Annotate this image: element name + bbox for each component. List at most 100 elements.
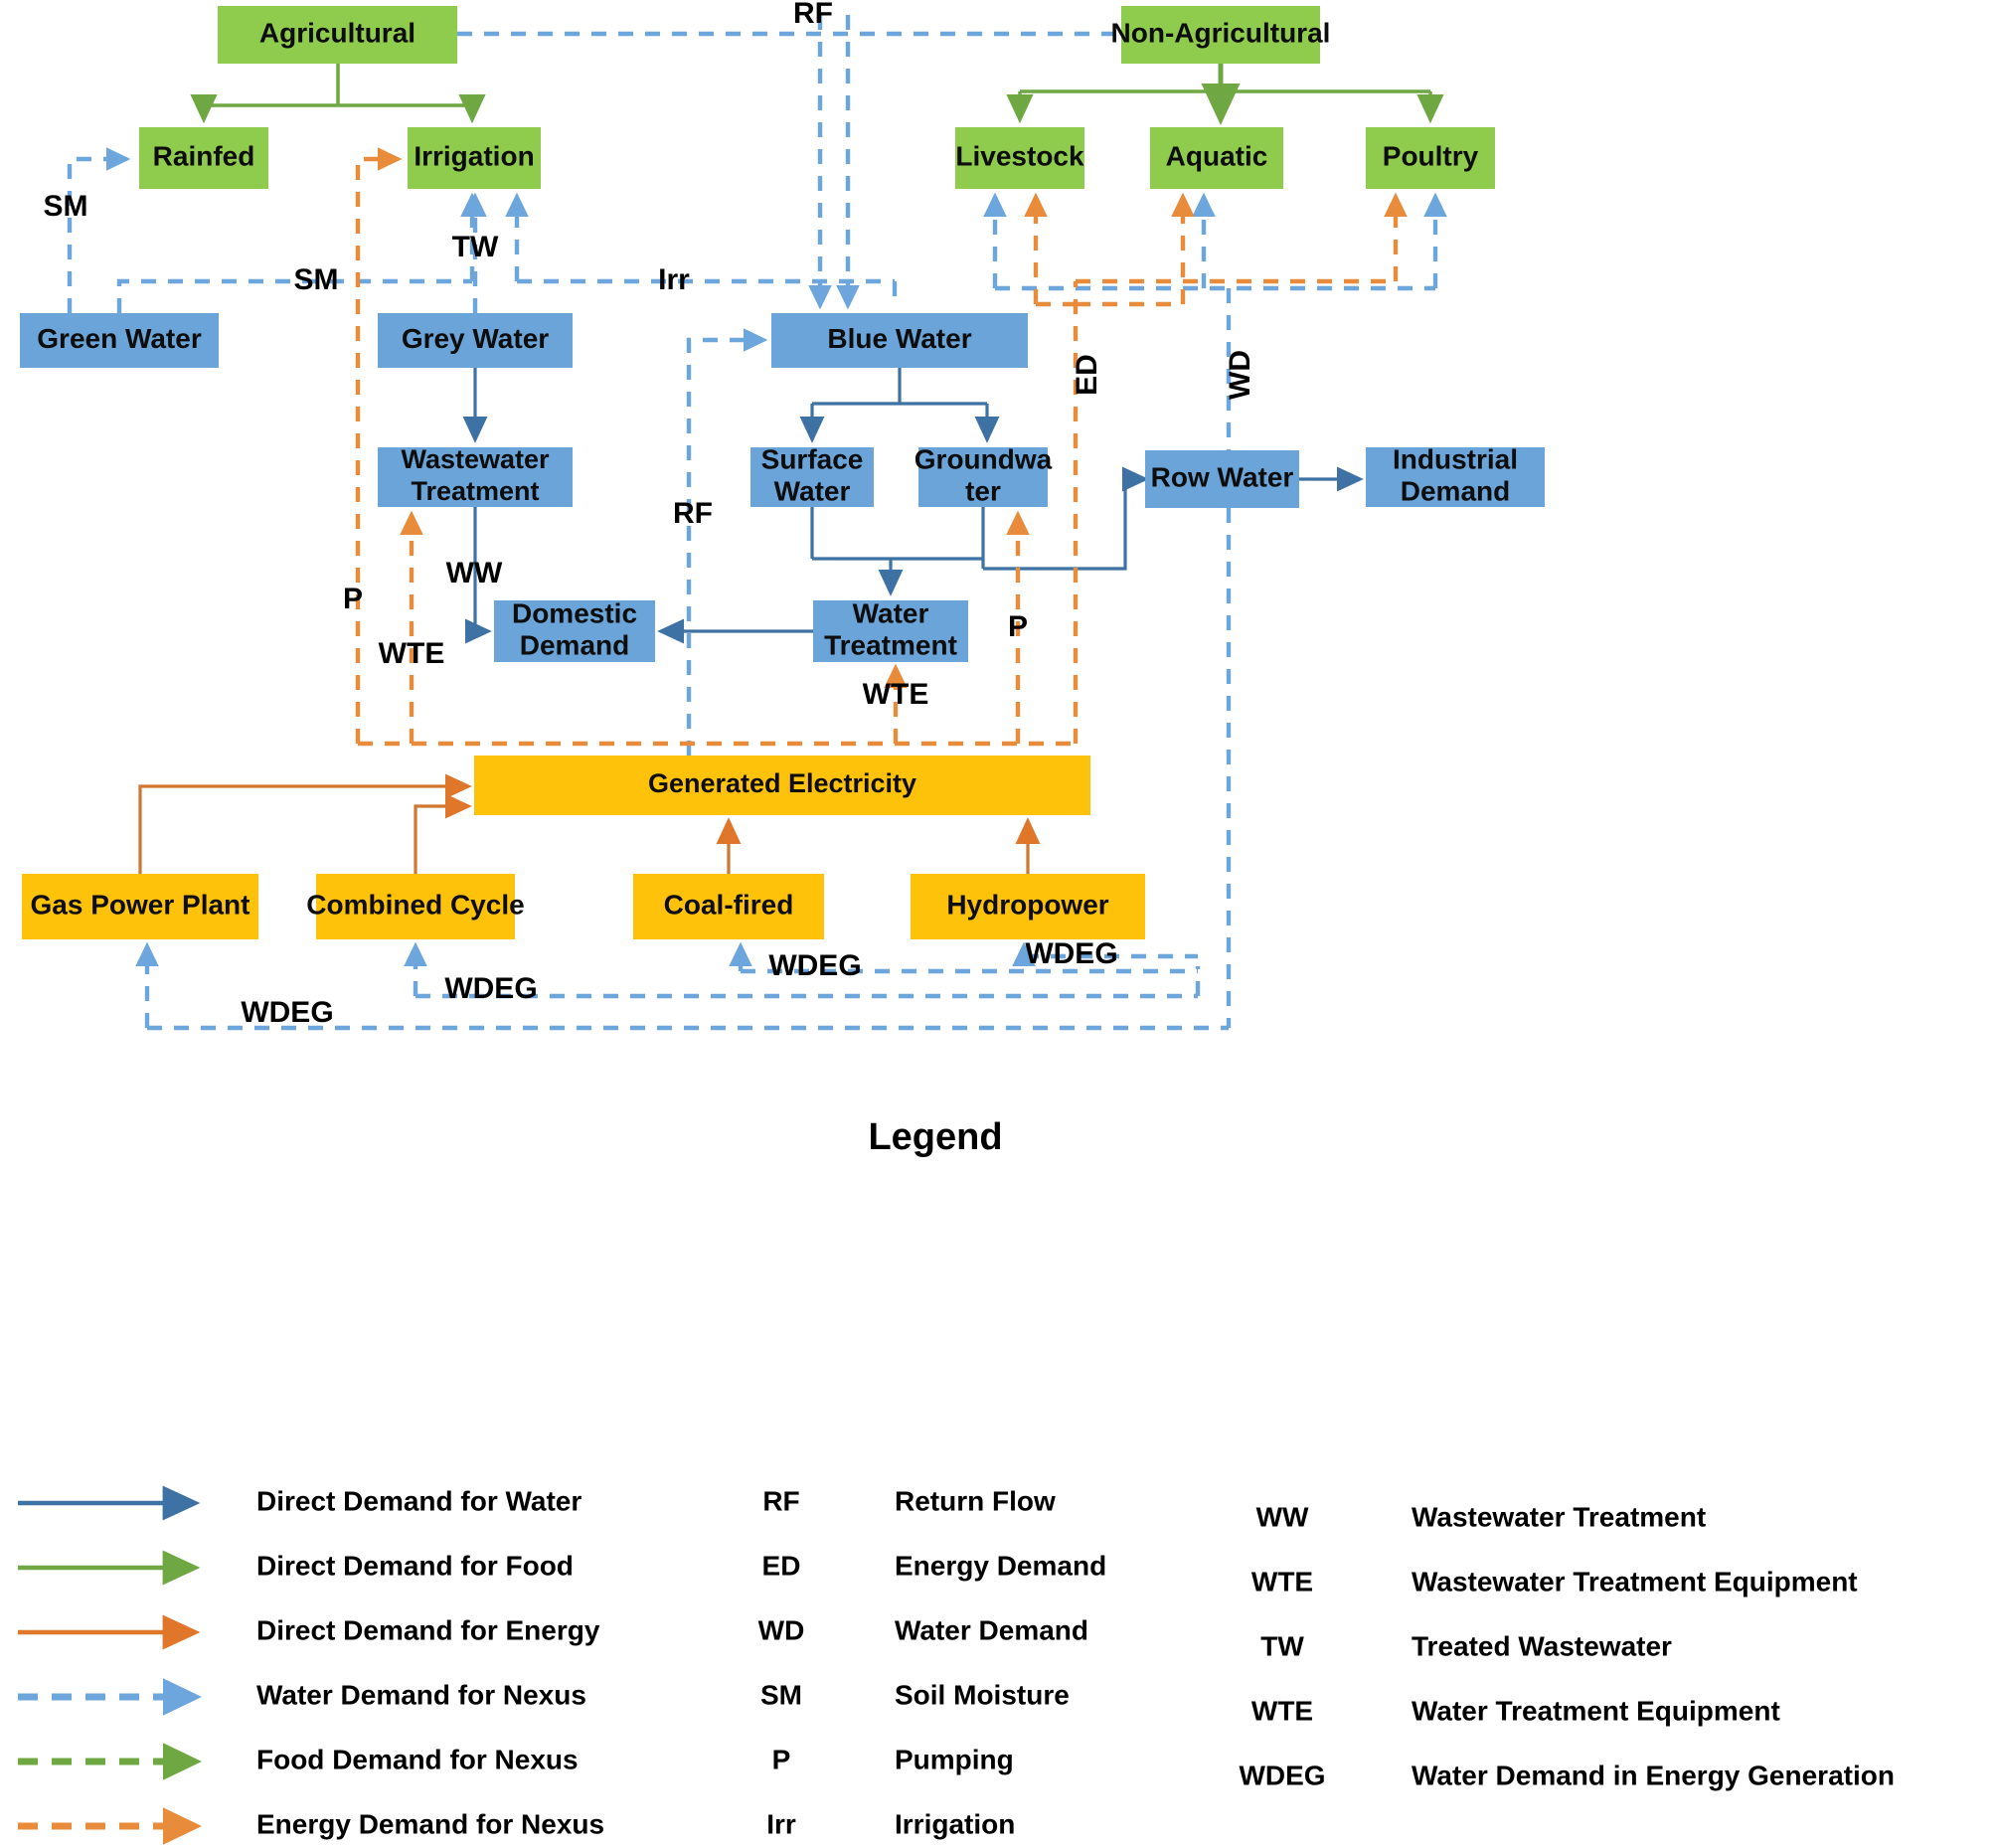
node-label: Agricultural (259, 17, 416, 48)
node-label: Grey Water (402, 323, 549, 354)
legend-abbr-wte-2: WTE (1251, 1695, 1313, 1726)
node-coal_fired[interactable]: Coal-fired (633, 874, 824, 939)
node-label: ter (965, 475, 1001, 506)
node-livestock[interactable]: Livestock (955, 127, 1084, 189)
node-label: Industrial (1393, 443, 1518, 474)
nexus-diagram-canvas: Agricultural Non-Agricultural Rainfed Irrig… (0, 0, 1995, 1848)
legend-meaning-wte-2: Water Treatment Equipment (1412, 1695, 1780, 1726)
legend-label-direct-food: Direct Demand for Food (256, 1550, 574, 1581)
node-label: Poultry (1383, 140, 1479, 171)
node-rainfed[interactable]: Rainfed (139, 127, 268, 189)
legend-meaning-ww-2: Wastewater Treatment (1412, 1501, 1706, 1532)
node-aquatic[interactable]: Aquatic (1150, 127, 1283, 189)
legend-meaning-wdeg-2: Water Demand in Energy Generation (1412, 1760, 1895, 1790)
node-label: Blue Water (827, 323, 971, 354)
legend-abbr-wte-2: WTE (1251, 1566, 1313, 1596)
node-label: Aquatic (1166, 140, 1268, 171)
node-label: Water (774, 475, 851, 506)
edge-label-wdeg-1: WDEG (241, 996, 333, 1029)
node-combined_cycle[interactable]: Combined Cycle (306, 874, 525, 939)
node-poultry[interactable]: Poultry (1366, 127, 1495, 189)
edge-label-wdeg-4: WDEG (1025, 937, 1117, 970)
legend-meaning-ed-1: Energy Demand (895, 1550, 1106, 1581)
edge-label-ed: ED (1071, 354, 1103, 396)
node-label: Row Water (1151, 461, 1294, 492)
legend-abbr-sm-1: SM (760, 1679, 802, 1710)
node-label: Coal-fired (664, 889, 794, 920)
node-label: Demand (520, 629, 629, 660)
edge-label-wdeg-2: WDEG (444, 972, 537, 1005)
legend-label-nexus-energy: Energy Demand for Nexus (256, 1808, 604, 1839)
legend: Legend Direct Demand for Water Direct Dem… (18, 1116, 1895, 1845)
edge-label-tw: TW (452, 231, 499, 263)
node-surface_water[interactable]: SurfaceWater (750, 443, 874, 507)
node-groundwater[interactable]: Groundwater (914, 443, 1053, 507)
node-wastewater_treatment[interactable]: WastewaterTreatment (378, 444, 573, 507)
node-green_water[interactable]: Green Water (20, 313, 219, 368)
edge-label-rf-top: RF (793, 0, 833, 30)
legend-abbr-ed-1: ED (762, 1550, 801, 1581)
legend-abbr-p-1: P (772, 1744, 791, 1774)
edge-label-wte-right: WTE (863, 678, 929, 711)
node-agricultural[interactable]: Agricultural (218, 6, 457, 64)
node-water_treatment[interactable]: WaterTreatment (813, 597, 968, 662)
legend-label-direct-water: Direct Demand for Water (256, 1485, 582, 1516)
node-label: Green Water (37, 323, 202, 354)
node-irrigation[interactable]: Irrigation (408, 127, 541, 189)
legend-abbr-wd-1: WD (758, 1614, 805, 1645)
node-label: Gas Power Plant (31, 889, 250, 920)
legend-label-nexus-food: Food Demand for Nexus (256, 1744, 579, 1774)
node-non_agricultural[interactable]: Non-Agricultural (1111, 6, 1331, 64)
edge-label-sm-mid: SM (294, 263, 339, 296)
edge-label-wdeg-3: WDEG (768, 949, 861, 982)
node-label: Combined Cycle (306, 889, 524, 920)
legend-meaning-irr-1: Irrigation (895, 1808, 1015, 1839)
legend-abbr-tw-2: TW (1260, 1630, 1304, 1661)
node-row_water[interactable]: Row Water (1145, 450, 1299, 508)
legend-abbr-rf-1: RF (762, 1485, 799, 1516)
edge-label-wte-left: WTE (379, 637, 445, 670)
node-label: Water (853, 597, 929, 628)
node-label: Domestic (512, 597, 637, 628)
node-blue_water[interactable]: Blue Water (771, 313, 1028, 368)
node-boxes: Agricultural Non-Agricultural Rainfed Irrig… (20, 6, 1545, 939)
node-industrial_demand[interactable]: IndustrialDemand (1366, 443, 1545, 507)
node-label: Livestock (955, 140, 1084, 171)
legend-meaning-rf-1: Return Flow (895, 1485, 1056, 1516)
edge-label-sm-left: SM (44, 190, 88, 223)
node-gas_power_plant[interactable]: Gas Power Plant (22, 874, 258, 939)
legend-meaning-wte-2: Wastewater Treatment Equipment (1412, 1566, 1858, 1596)
legend-label-direct-energy: Direct Demand for Energy (256, 1614, 600, 1645)
legend-abbr-ww-2: WW (1256, 1501, 1309, 1532)
edge-label-p-right: P (1008, 610, 1028, 643)
edge-label-rf-mid: RF (673, 497, 713, 530)
legend-meaning-sm-1: Soil Moisture (895, 1679, 1070, 1710)
node-label: Rainfed (153, 140, 255, 171)
flowchart-svg: Agricultural Non-Agricultural Rainfed Irrig… (18, 0, 1895, 1845)
legend-title: Legend (868, 1116, 1002, 1158)
node-domestic_demand[interactable]: DomesticDemand (494, 597, 655, 662)
legend-abbr-wdeg-2: WDEG (1239, 1760, 1325, 1790)
edge-label-irr: Irr (658, 263, 690, 296)
legend-label-nexus-water: Water Demand for Nexus (256, 1679, 586, 1710)
node-label: Treatment (824, 629, 957, 660)
node-label: Wastewater (401, 444, 550, 474)
node-label: Irrigation (414, 140, 534, 171)
node-grey_water[interactable]: Grey Water (378, 313, 573, 368)
edge-label-p-left: P (343, 583, 363, 615)
node-label: Treatment (411, 476, 539, 506)
legend-abbr-irr-1: Irr (766, 1808, 796, 1839)
node-label: Surface (761, 443, 864, 474)
legend-meaning-tw-2: Treated Wastewater (1412, 1630, 1672, 1661)
node-label: Generated Electricity (648, 768, 916, 798)
legend-meaning-p-1: Pumping (895, 1744, 1014, 1774)
node-label: Demand (1401, 475, 1510, 506)
node-label: Groundwa (914, 443, 1053, 474)
node-generated_electricity[interactable]: Generated Electricity (474, 756, 1090, 815)
node-label: Hydropower (946, 889, 1108, 920)
edge-label-wd: WD (1224, 350, 1256, 400)
node-hydropower[interactable]: Hydropower (911, 874, 1145, 939)
legend-meaning-wd-1: Water Demand (895, 1614, 1088, 1645)
edge-label-ww: WW (446, 557, 503, 589)
node-label: Non-Agricultural (1111, 17, 1331, 48)
